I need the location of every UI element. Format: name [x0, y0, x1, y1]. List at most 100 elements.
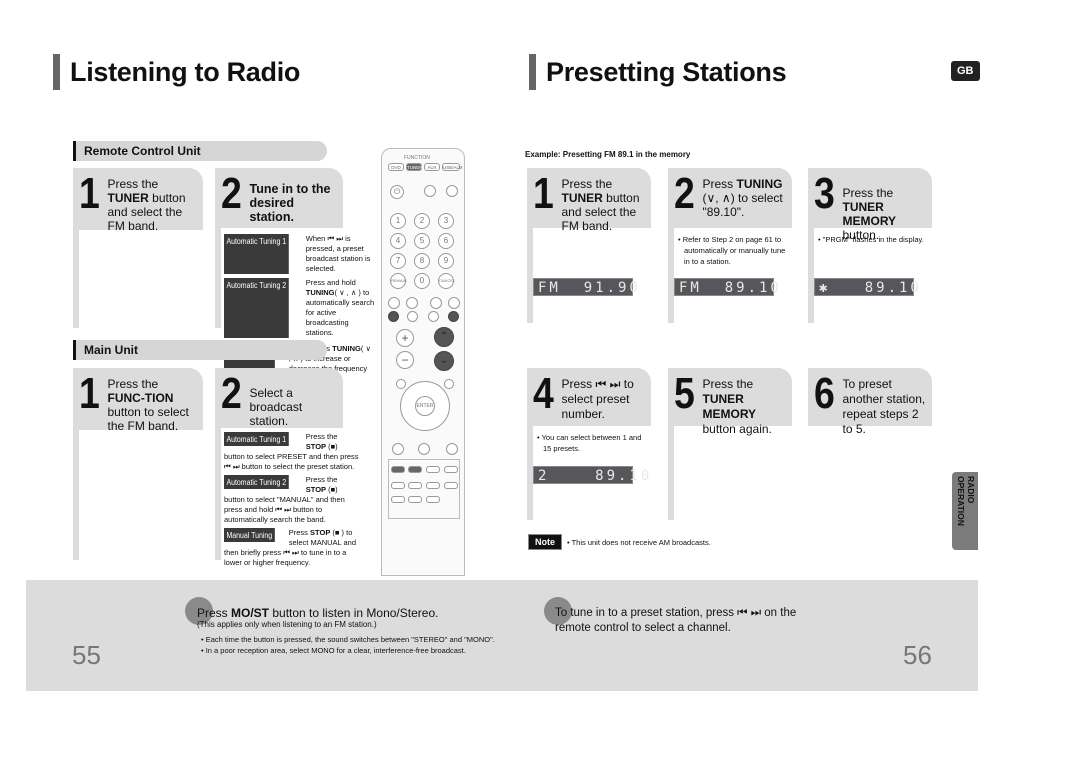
note-block: Note • This unit does not receive AM bro…	[528, 534, 711, 550]
remote-button	[444, 482, 458, 489]
next-button	[448, 297, 460, 309]
repeat-button	[430, 297, 442, 309]
power-icon: ⏻	[390, 185, 404, 199]
mo-st-button	[391, 466, 405, 473]
digit-button-remain: REMAIN	[390, 273, 407, 289]
page-number-right: 56	[903, 640, 932, 670]
main-unit-section-heading: Main Unit	[73, 340, 327, 360]
usb-aux-button: USB/AUX	[442, 163, 463, 171]
lcd-display: FM 91.90	[533, 278, 638, 296]
remote-button	[426, 466, 440, 473]
preset-step-1: 1 Press the TUNER button and select the …	[527, 168, 651, 323]
radio-operation-tab: RADIO OPERATION	[952, 472, 978, 550]
remote-button	[391, 482, 405, 489]
mono-stereo-subtext: (This applies only when listening to an …	[197, 620, 377, 629]
stop-button	[407, 311, 418, 322]
logo-button	[446, 443, 458, 455]
title-accent-bar	[529, 54, 536, 90]
step-text: Select a broadcast station.	[249, 386, 303, 428]
digit-button-6: 6	[438, 233, 454, 249]
volume-down-icon: −	[396, 351, 414, 369]
step-number: 3	[814, 169, 835, 218]
enter-button: ENTER	[415, 396, 435, 416]
note-text: This unit does not receive AM broadcasts…	[571, 537, 711, 547]
step-button	[406, 297, 418, 309]
step-number: 1	[79, 369, 100, 418]
step-number: 5	[674, 369, 695, 418]
main-step-2: 2 Select a broadcast station. Automatic …	[215, 368, 375, 567]
page-title-left: Listening to Radio	[53, 54, 300, 90]
step-text: Press the TUNER button and select the FM…	[107, 177, 186, 233]
tuning-up-icon: ⌃	[434, 327, 454, 347]
tuning-down-icon: ⌄	[434, 351, 454, 371]
digit-button-4: 4	[390, 233, 406, 249]
remote-button	[426, 496, 440, 503]
step-number: 2	[221, 169, 242, 218]
skip-forward-button	[448, 311, 459, 322]
footer-bullet: • In a poor reception area, select MONO …	[201, 646, 466, 655]
step-number: 2	[674, 169, 695, 218]
play-pause-button	[428, 311, 439, 322]
preset-step-6: 6 To preset another station, repeat step…	[808, 368, 932, 436]
mode-auto-1: Automatic Tuning 1 When ⏮ ⏭ is pressed, a…	[224, 234, 375, 274]
digit-button-0: 0	[414, 273, 430, 289]
step-number: 6	[814, 369, 835, 418]
remote-button	[408, 482, 422, 489]
digit-button-3: 3	[438, 213, 454, 229]
step-note: • "PRGM" flashes in the display.	[818, 235, 924, 244]
main-step-1: 1 Press the FUNC-TION button to select t…	[73, 368, 203, 560]
function-label: FUNCTION	[404, 155, 430, 161]
digit-button-8: 8	[414, 253, 430, 269]
menu-button	[396, 379, 406, 389]
volume-up-icon: +	[396, 329, 414, 347]
step-text: To preset another station, repeat steps …	[842, 377, 926, 436]
main-mode-auto-2: Automatic Tuning 2 Press the STOP (■) but…	[224, 475, 345, 524]
open-close-button	[424, 185, 436, 197]
step-number: 4	[533, 369, 554, 418]
preset-step-2: 2 Press TUNING (∨, ∧) to select "89.10".…	[668, 168, 792, 323]
step-text: Press the TUNER MEMORY button again.	[702, 377, 772, 436]
digit-button-1: 1	[390, 213, 406, 229]
remote-button	[408, 496, 422, 503]
digit-button-9: 9	[438, 253, 454, 269]
remote-control-illustration: FUNCTION DVD TUNER AUX USB/AUX ⏻ 123 456 7…	[381, 148, 465, 576]
step-text: Press ⏮ ⏭ to select preset number.	[561, 377, 634, 421]
main-mode-manual: Manual Tuning Press STOP (■ ) to select M…	[224, 528, 357, 567]
step-note: • Refer to Step 2 on page 61 to automati…	[678, 235, 786, 266]
step-number: 2	[221, 369, 242, 418]
remote-step-1: 1 Press the TUNER button and select the …	[73, 168, 203, 328]
step-note: • You can select between 1 and 15 preset…	[537, 433, 642, 453]
title-text: Listening to Radio	[70, 56, 301, 87]
aux-button: AUX	[424, 163, 440, 171]
title-text: Presetting Stations	[546, 56, 787, 87]
tuner-button: TUNER	[406, 163, 423, 171]
lcd-display: ✱ 89.10	[814, 278, 919, 296]
title-accent-bar	[53, 54, 60, 90]
dsp-button	[418, 443, 430, 455]
remote-step-2: 2 Tune in to the desired station. Automa…	[215, 168, 375, 384]
remote-button	[444, 466, 458, 473]
step-text: Press TUNING (∨, ∧) to select "89.10".	[702, 177, 783, 219]
dvd-button: DVD	[388, 163, 404, 171]
info-button	[392, 443, 404, 455]
example-caption: Example: Presetting FM 89.1 in the memor…	[525, 150, 691, 159]
step-text: Tune in to the desired station.	[249, 182, 331, 224]
digit-button-5: 5	[414, 233, 430, 249]
page-number-left: 55	[72, 640, 101, 670]
tuner-memory-button	[408, 466, 422, 473]
remote-button	[426, 482, 440, 489]
preset-step-3: 3 Press the TUNER MEMORY button. • "PRGM…	[808, 168, 932, 323]
preset-step-4: 4 Press ⏮ ⏭ to select preset number. • Y…	[527, 368, 651, 520]
preset-tip-text: To tune in to a preset station, press ⏮ …	[555, 607, 797, 634]
prev-button	[388, 297, 400, 309]
digit-button-cancel: CANCEL	[438, 273, 455, 289]
step-number: 1	[533, 169, 554, 218]
language-badge: GB	[951, 61, 980, 81]
mono-stereo-headline: Press MO/ST button to listen in Mono/Ste…	[197, 606, 439, 620]
footer-bullet: • Each time the button is pressed, the s…	[201, 635, 495, 644]
return-button	[444, 379, 454, 389]
digit-button-2: 2	[414, 213, 430, 229]
navigation-pad: ENTER	[400, 381, 450, 431]
page-title-right: Presetting Stations	[529, 54, 787, 90]
skip-back-button	[388, 311, 399, 322]
